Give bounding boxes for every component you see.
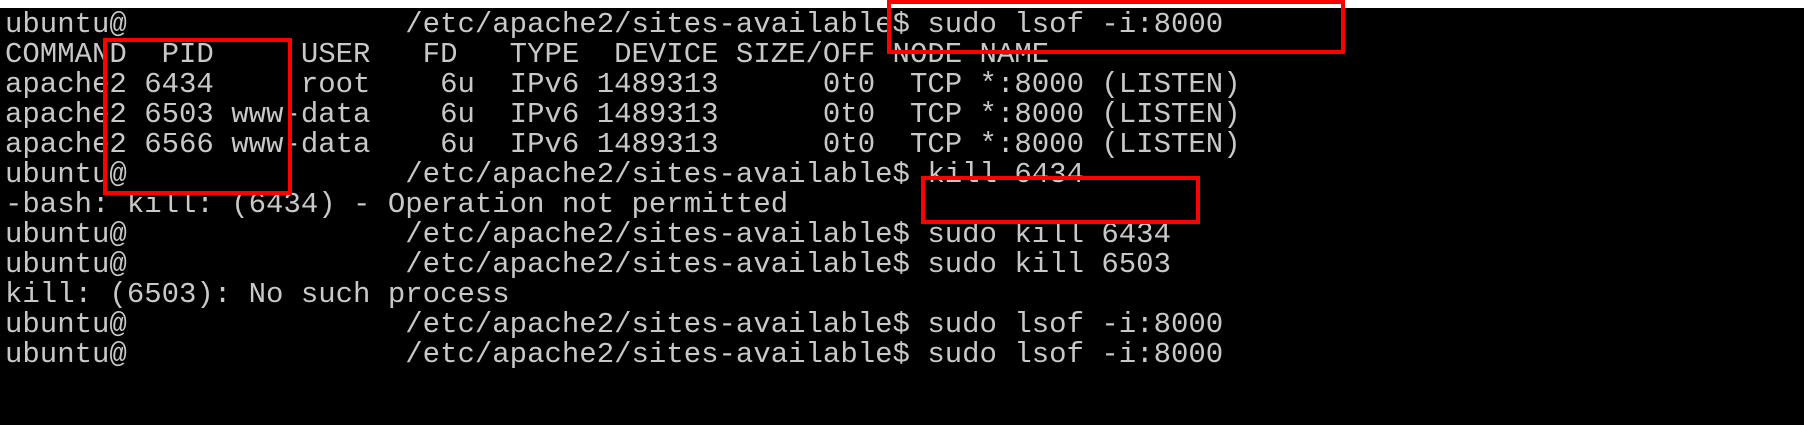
terminal-line-10: kill: (6503): No such process [5,278,510,311]
redacted-hostname [140,10,400,40]
highlight-lsof-command [887,0,1345,54]
redacted-hostname [140,340,400,370]
redacted-hostname [140,250,400,280]
redacted-hostname [140,310,400,340]
redacted-hostname [140,220,400,250]
highlight-pid-column [103,38,292,195]
highlight-kill-command [921,176,1200,224]
